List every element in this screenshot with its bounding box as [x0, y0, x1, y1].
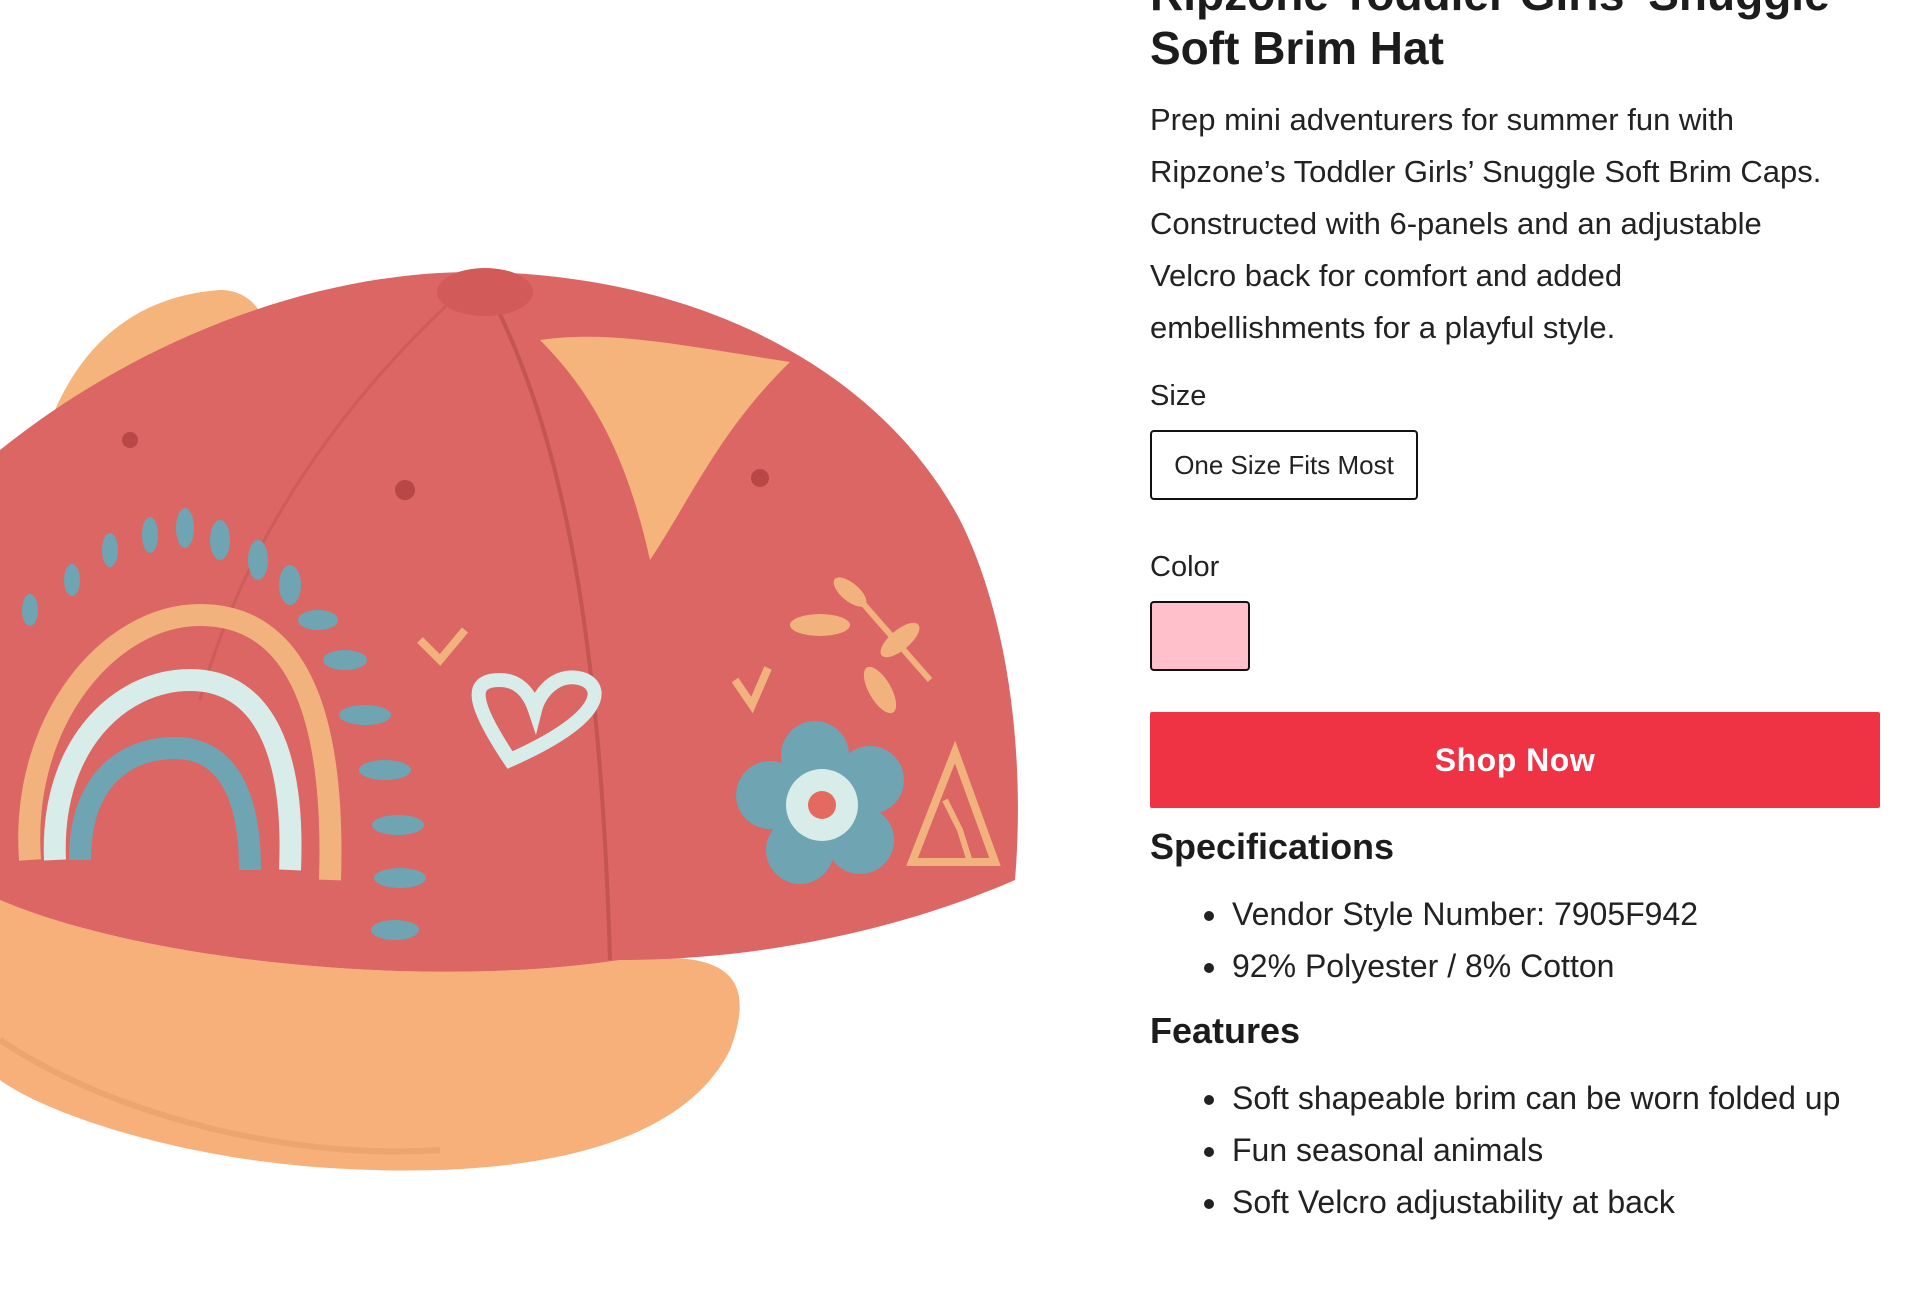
product-image	[0, 0, 1120, 1300]
list-item: 92% Polyester / 8% Cotton	[1230, 940, 1698, 992]
description-line: Constructed with 6-panels and an adjusta…	[1150, 206, 1762, 241]
description-line: embellishments for a playful style.	[1150, 310, 1616, 345]
specifications-heading: Specifications	[1150, 826, 1395, 867]
size-label: Size	[1150, 380, 1207, 412]
shop-now-button[interactable]: Shop Now	[1150, 712, 1880, 808]
color-label: Color	[1150, 551, 1220, 583]
description-line: Ripzone’s Toddler Girls’ Snuggle Soft Br…	[1150, 154, 1822, 189]
specifications-list: Vendor Style Number: 7905F942 92% Polyes…	[1150, 888, 1698, 992]
features-list: Soft shapeable brim can be worn folded u…	[1150, 1072, 1840, 1228]
color-swatch-pink[interactable]	[1150, 601, 1250, 671]
toddler-cap-image	[0, 268, 1018, 1171]
list-item: Soft Velcro adjustability at back	[1230, 1176, 1840, 1228]
product-description: Prep mini adventurers for summer fun wit…	[1150, 94, 1890, 354]
product-title-line-2: Soft Brim Hat	[1150, 22, 1444, 74]
features-heading: Features	[1150, 1010, 1301, 1051]
product-title-line-1: Ripzone Toddler Girls' Snuggle	[1150, 0, 1830, 20]
size-option-button[interactable]: One Size Fits Most	[1150, 430, 1418, 500]
list-item: Fun seasonal animals	[1230, 1124, 1840, 1176]
description-line: Velcro back for comfort and added	[1150, 258, 1623, 293]
list-item: Vendor Style Number: 7905F942	[1230, 888, 1698, 940]
list-item: Soft shapeable brim can be worn folded u…	[1230, 1072, 1840, 1124]
description-line: Prep mini adventurers for summer fun wit…	[1150, 102, 1735, 137]
product-title: Ripzone Toddler Girls' Snuggle Soft Brim…	[1150, 0, 1890, 75]
